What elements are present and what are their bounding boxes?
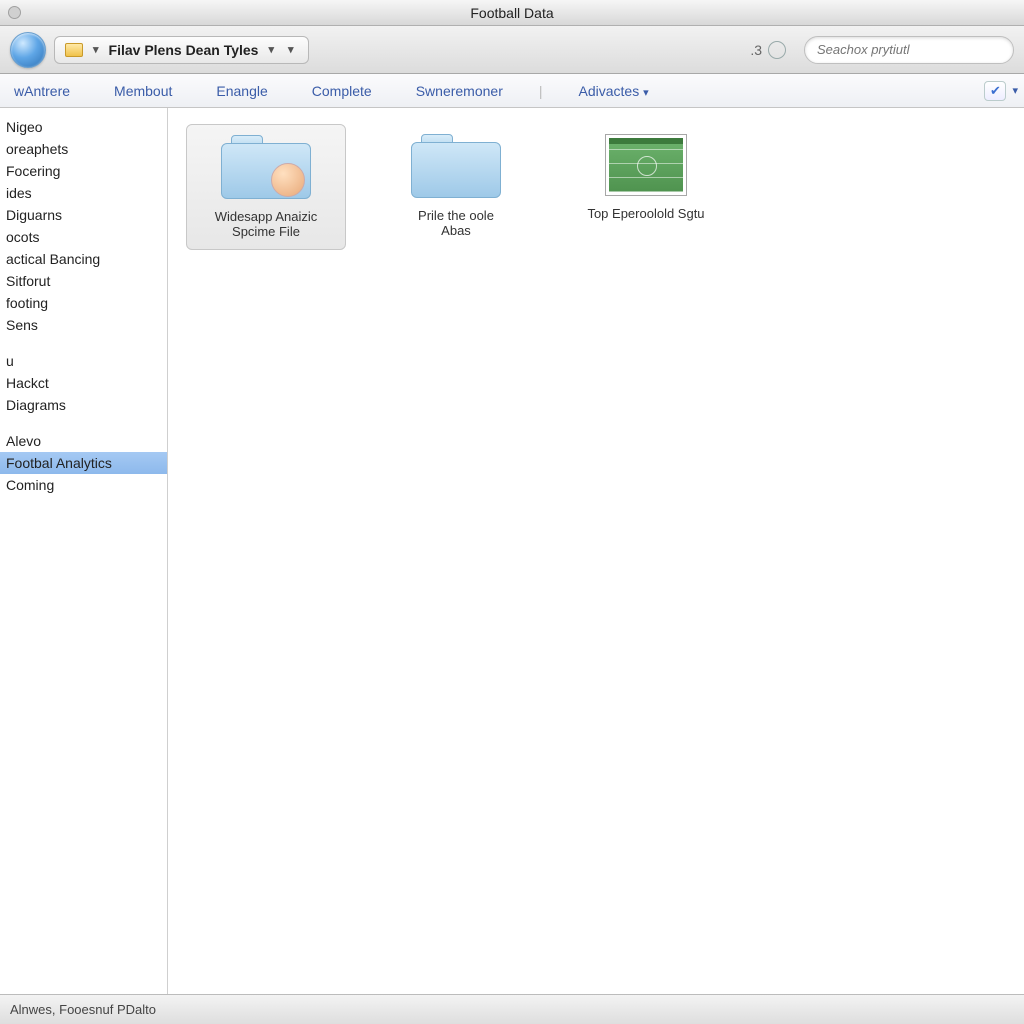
titlebar: Football Data [0, 0, 1024, 26]
sidebar-item-selected[interactable]: Footbal Analytics [0, 452, 167, 474]
chevron-down-icon: ▾ [284, 43, 298, 56]
sidebar-item[interactable]: Sitforut [0, 270, 167, 292]
tab-item[interactable]: Complete [304, 77, 380, 105]
sidebar-item[interactable]: Hackct [0, 372, 167, 394]
image-thumbnail [605, 134, 687, 196]
sidebar-item[interactable]: Diguarns [0, 204, 167, 226]
breadcrumb[interactable]: ▾ Filav Plens Dean Tyles ▾ ▾ [54, 36, 309, 64]
folder-icon [65, 43, 83, 57]
chevron-down-icon: ▾ [643, 87, 649, 99]
file-label: Prile the oole Abas [418, 208, 494, 238]
tab-item[interactable]: wAntrere [6, 77, 78, 105]
file-item[interactable]: Top Eperoolold Sgtu [566, 124, 726, 231]
tab-item[interactable]: Swneremoner [408, 77, 511, 105]
sidebar-item[interactable]: Alevo [0, 430, 167, 452]
sidebar-item[interactable]: oreaphets [0, 138, 167, 160]
divider: | [539, 83, 543, 99]
file-item[interactable]: Widesapp Anaizic Spcime File [186, 124, 346, 250]
sidebar-item[interactable]: ides [0, 182, 167, 204]
tab-advanced-label: Adivactes [579, 83, 640, 99]
sidebar: Nigeo oreaphets Focering ides Diguarns o… [0, 108, 168, 994]
tab-item[interactable]: Enangle [208, 77, 275, 105]
tab-advanced[interactable]: Adivactes ▾ [571, 77, 657, 105]
tab-row: wAntrere Membout Enangle Complete Swnere… [0, 74, 1024, 108]
file-label: Widesapp Anaizic Spcime File [215, 209, 318, 239]
window: Football Data ▾ Filav Plens Dean Tyles ▾… [0, 0, 1024, 1024]
tab-item[interactable]: Membout [106, 77, 180, 105]
sidebar-item[interactable]: u [0, 350, 167, 372]
refresh-icon[interactable] [768, 41, 786, 59]
folder-icon [221, 135, 311, 199]
close-dot[interactable] [8, 6, 21, 19]
breadcrumb-label: Filav Plens Dean Tyles [109, 42, 259, 58]
file-item[interactable]: Prile the oole Abas [376, 124, 536, 248]
folder-icon [411, 134, 501, 198]
chevron-down-icon[interactable]: ▾ [1012, 84, 1018, 97]
body: Nigeo oreaphets Focering ides Diguarns o… [0, 108, 1024, 994]
sidebar-item[interactable]: footing [0, 292, 167, 314]
options-button[interactable]: ✔ [984, 81, 1006, 101]
chevron-down-icon: ▾ [264, 43, 278, 56]
search-input[interactable] [804, 36, 1014, 64]
sidebar-item[interactable]: Sens [0, 314, 167, 336]
item-count: .3 [750, 41, 786, 59]
status-text: Alnwes, Fooesnuf PDalto [10, 1002, 156, 1017]
sidebar-item[interactable]: Nigeo [0, 116, 167, 138]
count-value: .3 [750, 42, 762, 58]
sidebar-item[interactable]: Focering [0, 160, 167, 182]
content-pane[interactable]: Widesapp Anaizic Spcime File Prile the o… [168, 108, 1024, 994]
toolbar: ▾ Filav Plens Dean Tyles ▾ ▾ .3 [0, 26, 1024, 74]
sidebar-item[interactable]: Diagrams [0, 394, 167, 416]
window-title: Football Data [470, 5, 553, 21]
chevron-down-icon: ▾ [89, 43, 103, 56]
sidebar-item[interactable]: Coming [0, 474, 167, 496]
sidebar-item[interactable]: ocots [0, 226, 167, 248]
sidebar-item[interactable]: actical Bancing [0, 248, 167, 270]
statusbar: Alnwes, Fooesnuf PDalto [0, 994, 1024, 1024]
window-controls [8, 6, 21, 19]
back-button[interactable] [10, 32, 46, 68]
avatar-icon [271, 163, 305, 197]
file-label: Top Eperoolold Sgtu [587, 206, 704, 221]
